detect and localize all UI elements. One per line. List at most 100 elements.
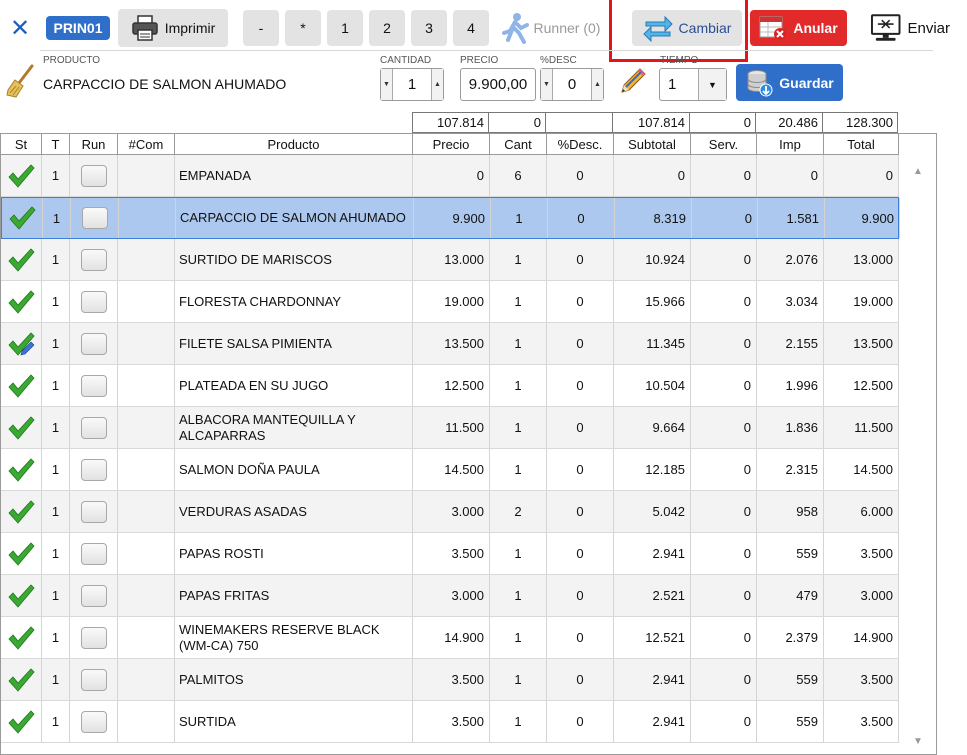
price-input[interactable]: 9.900,00 — [460, 68, 536, 101]
product-name-field[interactable]: CARPACCIO DE SALMON AHUMADO — [43, 76, 286, 92]
cell-text: 0 — [677, 168, 685, 183]
cell-status — [1, 533, 42, 574]
cell-text: 0 — [743, 714, 751, 729]
header-producto[interactable]: Producto — [175, 134, 413, 155]
cell-text: 3.500 — [451, 714, 484, 729]
table-row[interactable]: 1 WINEMAKERS RESERVE BLACK (WM-CA) 750 14.… — [1, 617, 899, 659]
run-checkbox[interactable] — [80, 332, 107, 355]
change-button[interactable]: Cambiar — [632, 10, 742, 46]
cell-text: 1.836 — [785, 420, 818, 435]
run-checkbox[interactable] — [80, 500, 107, 523]
run-checkbox[interactable] — [80, 626, 107, 649]
quantity-value[interactable]: 1 — [393, 69, 431, 100]
table-row[interactable]: 1 PALMITOS 3.500 1 0 2.941 0 559 3.500 — [1, 659, 899, 701]
run-checkbox[interactable] — [80, 416, 107, 439]
table-row[interactable]: 1 PAPAS FRITAS 3.000 1 0 2.521 0 479 3.000 — [1, 575, 899, 617]
key-4[interactable]: 4 — [453, 10, 489, 46]
close-icon[interactable]: ✕ — [8, 12, 32, 44]
key-1[interactable]: 1 — [327, 10, 363, 46]
run-checkbox[interactable] — [81, 207, 108, 229]
cell-t: 1 — [42, 365, 70, 406]
run-checkbox[interactable] — [80, 290, 107, 313]
cell-text: CARPACCIO DE SALMON AHUMADO — [180, 210, 406, 225]
table-row[interactable]: 1 SALMON DOÑA PAULA 14.500 1 0 12.185 0 2.315 14… — [1, 449, 899, 491]
run-checkbox[interactable] — [80, 374, 107, 397]
cell-desc: 0 — [547, 155, 614, 196]
print-button[interactable]: Imprimir — [118, 9, 228, 47]
header-imp[interactable]: Imp — [757, 134, 824, 155]
order-table[interactable]: St T Run #Com Producto Precio Cant %Desc… — [0, 133, 937, 755]
cell-text: 0 — [576, 504, 584, 519]
cell-t: 1 — [42, 491, 70, 532]
cell-desc: 0 — [547, 659, 614, 700]
header-total[interactable]: Total — [824, 134, 899, 155]
cell-text: 0 — [576, 630, 584, 645]
runner-button[interactable]: Runner (0) — [494, 9, 606, 47]
chevron-down-icon[interactable]: ▼ — [698, 69, 726, 100]
header-run[interactable]: Run — [70, 134, 118, 155]
table-row[interactable]: 1 EMPANADA 0 6 0 0 0 0 0 — [1, 155, 899, 197]
discount-decrement-button[interactable]: ▼ — [541, 69, 553, 100]
send-button[interactable]: Enviar — [870, 8, 950, 48]
quantity-stepper[interactable]: ▼ 1 ▲ — [380, 68, 444, 101]
run-checkbox[interactable] — [80, 164, 107, 187]
cell-producto: VERDURAS ASADAS — [175, 491, 413, 532]
header-cant[interactable]: Cant — [490, 134, 547, 155]
run-checkbox[interactable] — [80, 458, 107, 481]
table-row[interactable]: 1 CARPACCIO DE SALMON AHUMADO 9.900 1 0 8.319… — [1, 197, 900, 239]
key-2[interactable]: 2 — [369, 10, 405, 46]
cell-imp: 559 — [757, 701, 824, 742]
table-row[interactable]: 1 ALBACORA MANTEQUILLA Y ALCAPARRAS 11.500… — [1, 407, 899, 449]
cell-text: 9.900 — [861, 210, 894, 226]
check-icon — [8, 541, 35, 566]
save-button[interactable]: Guardar — [736, 64, 843, 101]
run-checkbox[interactable] — [80, 248, 107, 271]
cell-producto: PLATEADA EN SU JUGO — [175, 365, 413, 406]
broom-icon[interactable] — [6, 64, 36, 98]
run-checkbox[interactable] — [80, 668, 107, 691]
quantity-decrement-button[interactable]: ▼ — [381, 69, 393, 100]
cell-t: 1 — [42, 155, 70, 196]
header-t[interactable]: T — [42, 134, 70, 155]
table-row[interactable]: 1 PAPAS ROSTI 3.500 1 0 2.941 0 559 3.500 — [1, 533, 899, 575]
header-com[interactable]: #Com — [118, 134, 175, 155]
run-checkbox[interactable] — [80, 542, 107, 565]
cell-desc: 0 — [547, 449, 614, 490]
header-precio[interactable]: Precio — [413, 134, 490, 155]
scroll-down-icon[interactable]: ▼ — [913, 736, 923, 747]
quantity-increment-button[interactable]: ▲ — [431, 69, 443, 100]
header-serv[interactable]: Serv. — [691, 134, 757, 155]
discount-increment-button[interactable]: ▲ — [591, 69, 603, 100]
cell-text: 12.521 — [645, 630, 685, 645]
printer-code-badge[interactable]: PRIN01 — [46, 16, 110, 40]
time-select[interactable]: 1 ▼ — [659, 68, 727, 101]
cell-total: 3.000 — [824, 575, 899, 616]
key-minus[interactable]: - — [243, 10, 279, 46]
key-3[interactable]: 3 — [411, 10, 447, 46]
cell-cant: 1 — [490, 407, 547, 448]
run-checkbox[interactable] — [80, 710, 107, 733]
table-row[interactable]: 1 SURTIDO DE MARISCOS 13.000 1 0 10.924 0 2.076… — [1, 239, 899, 281]
void-button[interactable]: Anular — [750, 10, 847, 46]
key-asterisk[interactable]: * — [285, 10, 321, 46]
pencil-icon[interactable] — [616, 66, 648, 98]
cell-text: 1.996 — [785, 378, 818, 393]
cell-serv: 0 — [691, 239, 757, 280]
table-row[interactable]: 1 FLORESTA CHARDONNAY 19.000 1 0 15.966 0 3.034… — [1, 281, 899, 323]
runner-label: Runner (0) — [533, 20, 601, 36]
discount-value[interactable]: 0 — [553, 69, 591, 100]
discount-stepper[interactable]: ▼ 0 ▲ — [540, 68, 604, 101]
cell-text: 0 — [577, 210, 585, 226]
table-row[interactable]: 1 VERDURAS ASADAS 3.000 2 0 5.042 0 958 6.000 — [1, 491, 899, 533]
check-icon — [8, 163, 35, 188]
run-checkbox[interactable] — [80, 584, 107, 607]
table-row[interactable]: 1 FILETE SALSA PIMIENTA 13.500 1 0 11.345 0 2.1… — [1, 323, 899, 365]
scroll-up-icon[interactable]: ▲ — [913, 166, 923, 177]
header-desc[interactable]: %Desc. — [547, 134, 614, 155]
header-subtotal[interactable]: Subtotal — [614, 134, 691, 155]
header-st[interactable]: St — [1, 134, 42, 155]
cell-text: 15.966 — [645, 294, 685, 309]
table-row[interactable]: 1 SURTIDA 3.500 1 0 2.941 0 559 3.500 — [1, 701, 899, 743]
cell-com — [118, 365, 175, 406]
table-row[interactable]: 1 PLATEADA EN SU JUGO 12.500 1 0 10.504 0 1.996… — [1, 365, 899, 407]
